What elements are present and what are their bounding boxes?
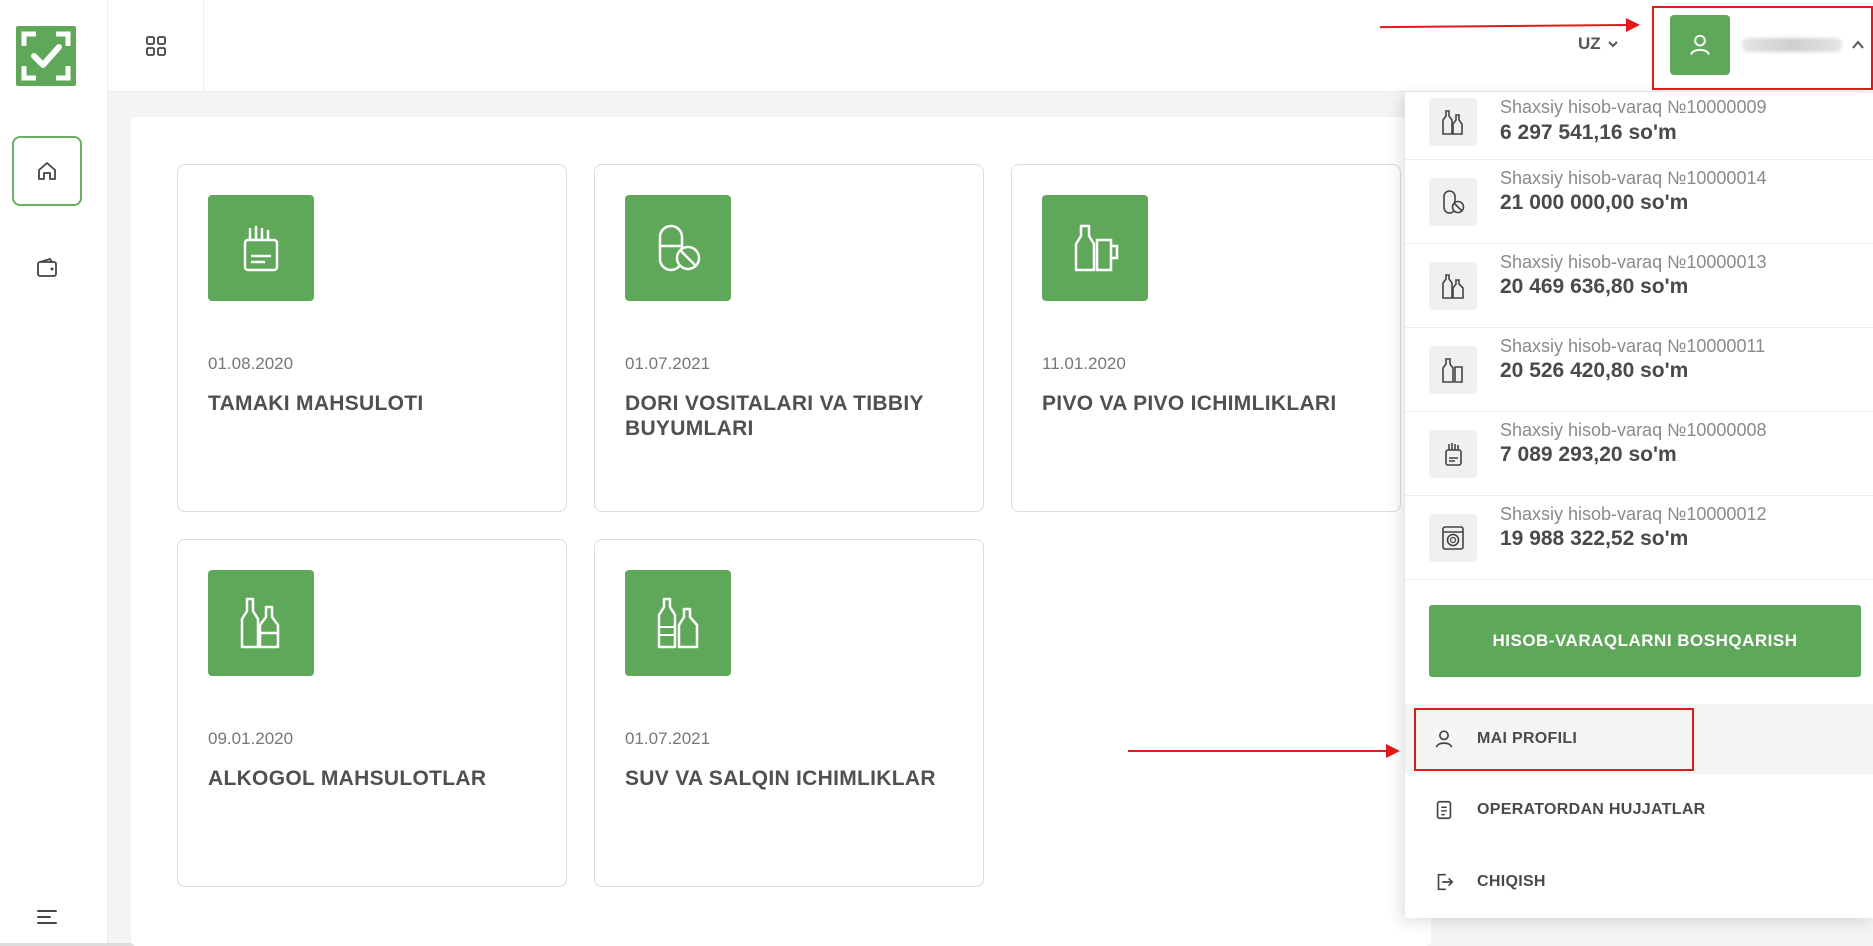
menu-item-documents[interactable]: OPERATORDAN HUJJATLAR: [1405, 775, 1873, 845]
card-title: SUV VA SALQIN ICHIMLIKLAR: [625, 767, 936, 790]
logout-icon: [1429, 867, 1459, 897]
annotation-arrow-profile: [1128, 744, 1400, 758]
home-icon: [38, 162, 56, 180]
category-card[interactable]: 01.07.2021 SUV VA SALQIN ICHIMLIKLAR: [594, 539, 984, 887]
card-date: 09.01.2020: [208, 729, 294, 748]
menu-toggle-button[interactable]: [31, 902, 63, 932]
water-bottles-icon: [1429, 262, 1477, 310]
account-label: Shaxsiy hisob-varaq №10000008: [1500, 420, 1767, 440]
account-amount: 20 526 420,80 so'm: [1500, 359, 1689, 382]
account-label: Shaxsiy hisob-varaq №10000009: [1500, 97, 1767, 117]
annotation-highlight-profile: [1414, 708, 1694, 771]
beer-icon: [1429, 346, 1477, 394]
account-label: Shaxsiy hisob-varaq №10000014: [1500, 168, 1767, 188]
card-date: 01.07.2021: [625, 354, 711, 373]
language-label: UZ: [1578, 34, 1601, 53]
alcohol-bottles-icon: [1429, 98, 1477, 146]
category-card[interactable]: 01.07.2021 DORI VOSITALARI VA TIBBIY BUY…: [594, 164, 984, 512]
account-label: Shaxsiy hisob-varaq №10000012: [1500, 504, 1767, 524]
grid-icon: [145, 35, 166, 56]
category-card[interactable]: 11.01.2020 PIVO VA PIVO ICHIMLIKLARI: [1011, 164, 1401, 512]
card-title: PIVO VA PIVO ICHIMLIKLARI: [1042, 392, 1337, 415]
account-label: Shaxsiy hisob-varaq №10000011: [1500, 336, 1766, 356]
account-amount: 21 000 000,00 so'm: [1500, 191, 1689, 214]
menu-item-label: CHIQISH: [1477, 873, 1546, 890]
menu-item-label: OPERATORDAN HUJJATLAR: [1477, 801, 1706, 818]
card-title: DORI VOSITALARI VA TIBBIY BUYUMLARI: [625, 392, 924, 440]
nav-home-button[interactable]: [12, 136, 82, 206]
account-item[interactable]: Shaxsiy hisob-varaq №10000011 20 526 420…: [1405, 328, 1873, 412]
account-item[interactable]: Shaxsiy hisob-varaq №10000009 6 297 541,…: [1405, 92, 1873, 160]
account-amount: 7 089 293,20 so'm: [1500, 443, 1677, 466]
manage-accounts-button[interactable]: HISOB-VARAQLARNI BOSHQARISH: [1429, 605, 1861, 677]
cigarette-pack-icon: [1429, 430, 1477, 478]
app-logo[interactable]: [16, 26, 76, 86]
apps-button[interactable]: [108, 0, 204, 91]
topbar: UZ: [108, 0, 1873, 92]
hamburger-icon: [37, 910, 57, 924]
account-amount: 6 297 541,16 so'm: [1500, 121, 1677, 144]
pill-icon: [625, 195, 731, 301]
sidebar: [0, 0, 108, 946]
account-label: Shaxsiy hisob-varaq №10000013: [1500, 252, 1767, 272]
account-item[interactable]: Shaxsiy hisob-varaq №10000014 21 000 000…: [1405, 160, 1873, 244]
account-item[interactable]: Shaxsiy hisob-varaq №10000013 20 469 636…: [1405, 244, 1873, 328]
user-dropdown-menu: Shaxsiy hisob-varaq №10000009 6 297 541,…: [1405, 92, 1873, 918]
chevron-down-icon: [1607, 41, 1618, 48]
menu-item-logout[interactable]: CHIQISH: [1405, 847, 1873, 917]
card-title: ALKOGOL MAHSULOTLAR: [208, 767, 487, 790]
card-title: TAMAKI MAHSULOTI: [208, 392, 424, 415]
card-date: 01.08.2020: [208, 354, 294, 373]
beer-icon: [1042, 195, 1148, 301]
account-amount: 20 469 636,80 so'm: [1500, 275, 1689, 298]
card-date: 01.07.2021: [625, 729, 711, 748]
card-date: 11.01.2020: [1042, 354, 1126, 373]
pill-icon: [1429, 178, 1477, 226]
alcohol-bottles-icon: [208, 570, 314, 676]
wallet-icon: [37, 257, 57, 277]
main-content: 01.08.2020 TAMAKI MAHSULOTI 01.07.2021 D…: [131, 117, 1431, 946]
account-amount: 19 988 322,52 so'm: [1500, 527, 1689, 550]
water-bottles-icon: [625, 570, 731, 676]
washing-machine-icon: [1429, 514, 1477, 562]
language-selector[interactable]: UZ: [1578, 34, 1619, 54]
account-item[interactable]: Shaxsiy hisob-varaq №10000012 19 988 322…: [1405, 496, 1873, 580]
category-card[interactable]: 01.08.2020 TAMAKI MAHSULOTI: [177, 164, 567, 512]
document-icon: [1429, 795, 1459, 825]
category-card[interactable]: 09.01.2020 ALKOGOL MAHSULOTLAR: [177, 539, 567, 887]
cigarette-pack-icon: [208, 195, 314, 301]
account-item[interactable]: Shaxsiy hisob-varaq №10000008 7 089 293,…: [1405, 412, 1873, 496]
nav-wallet-button[interactable]: [31, 253, 63, 283]
annotation-highlight-user: [1652, 6, 1873, 90]
